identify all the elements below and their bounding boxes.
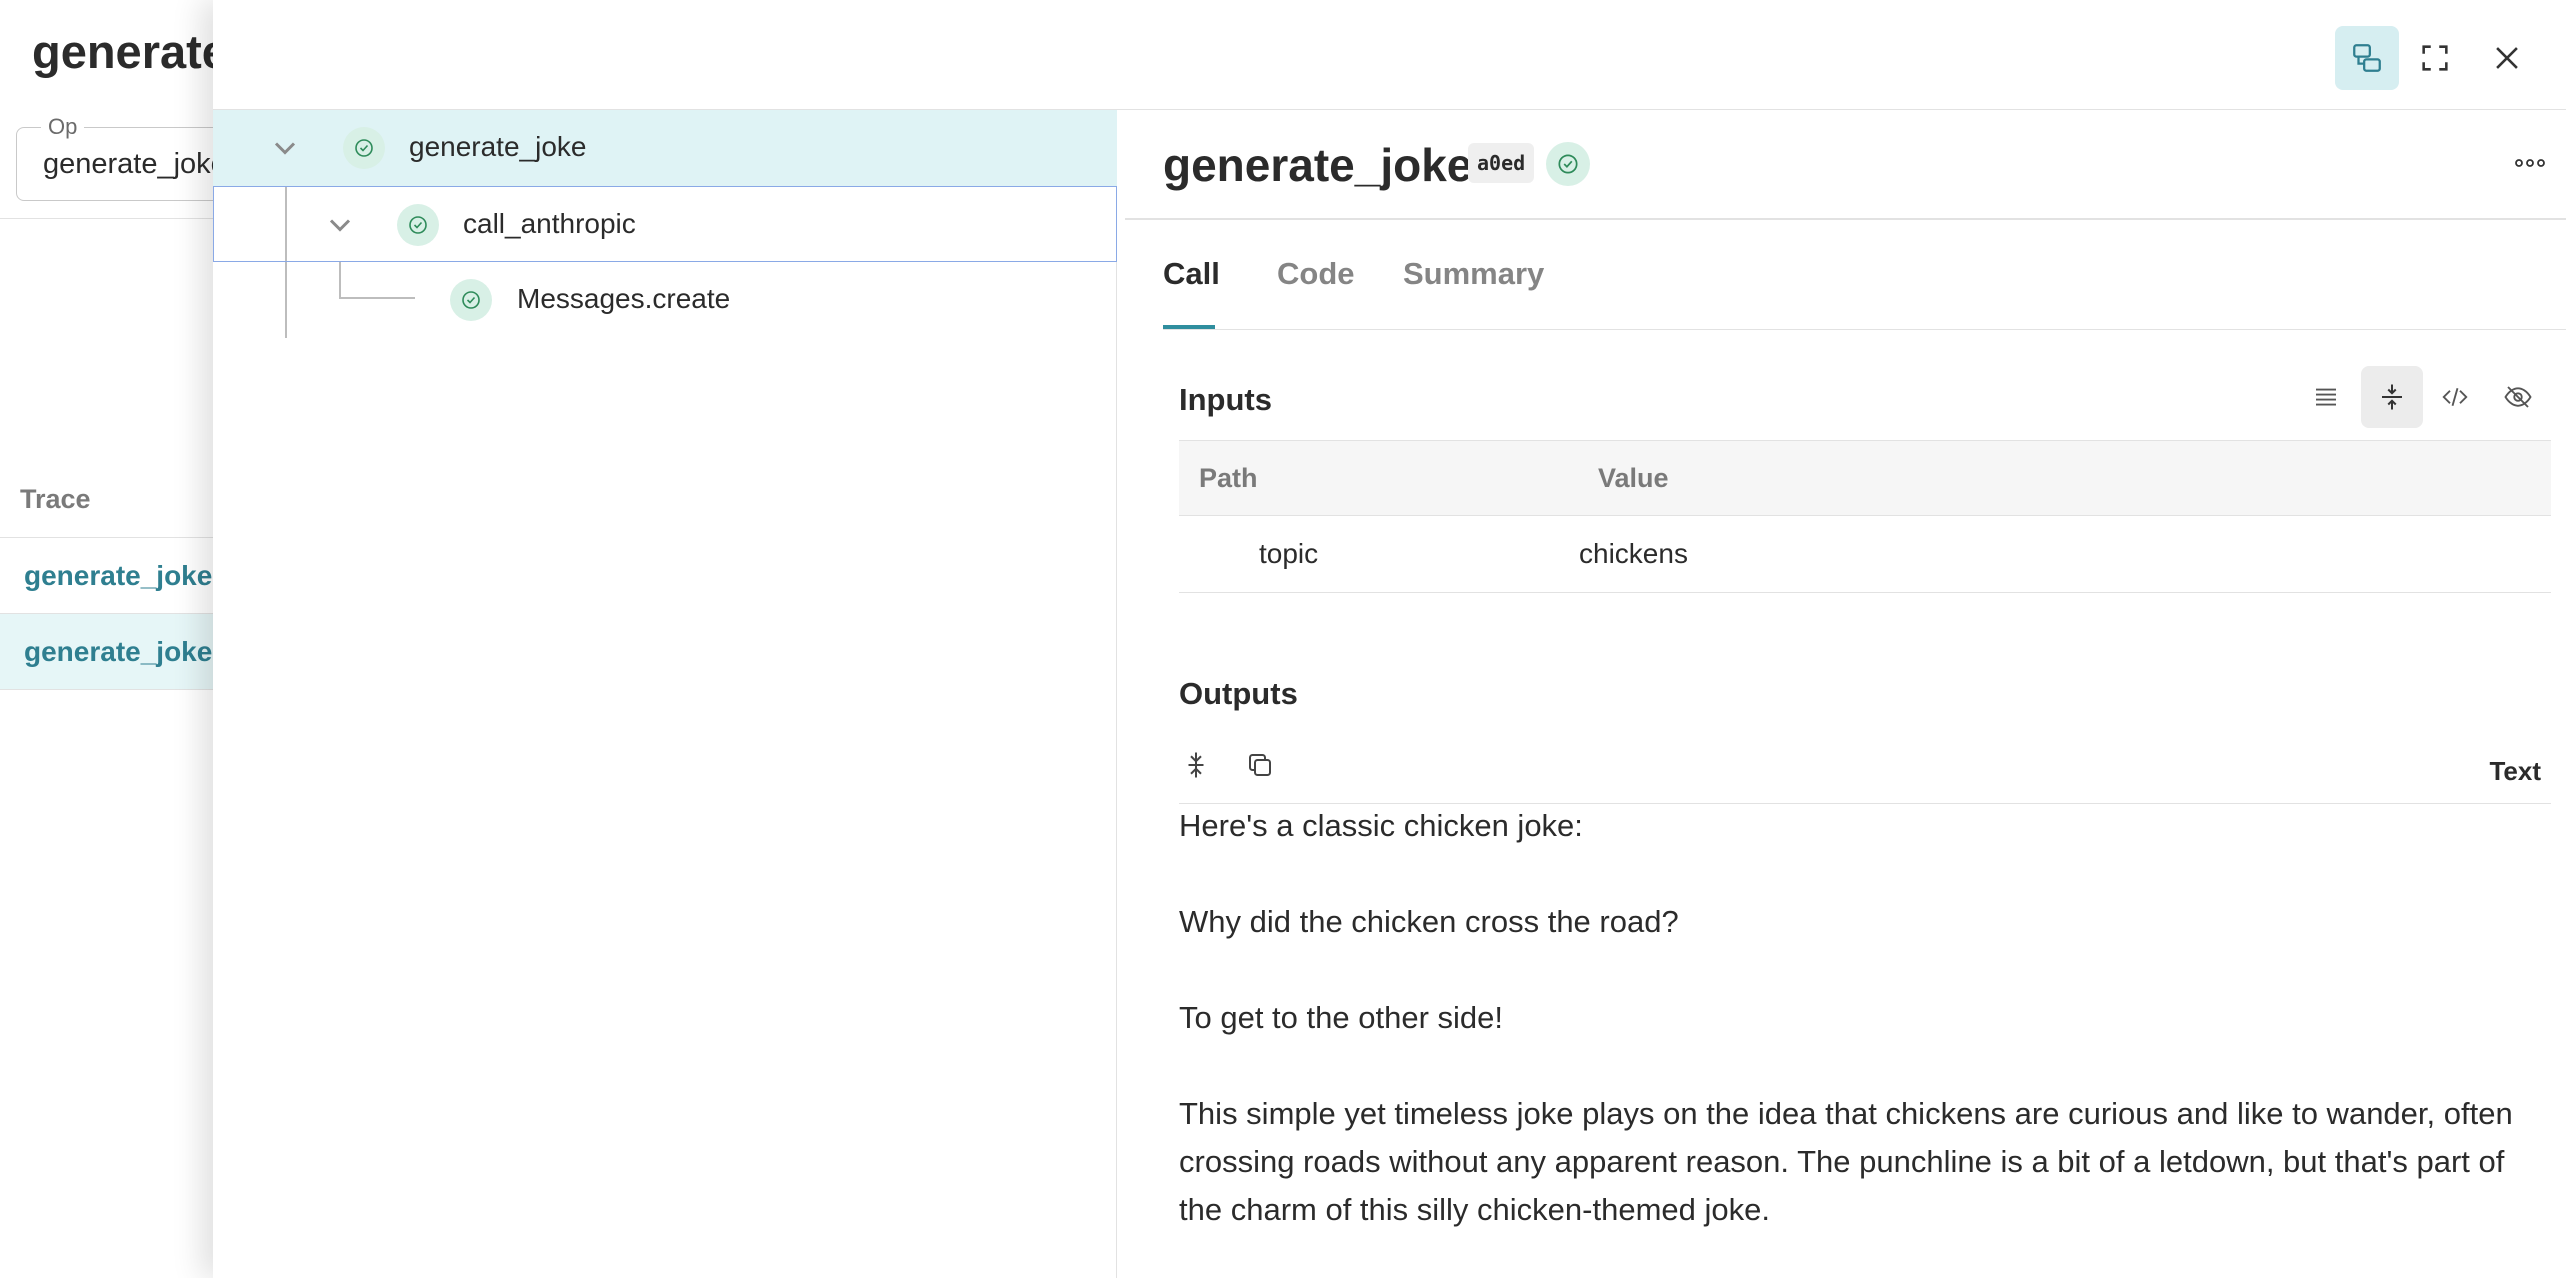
close-icon [2496,47,2518,69]
expand-all-button[interactable] [2361,366,2423,428]
tree-node-label: generate_joke [409,131,587,162]
column-header-path[interactable]: Path [1199,463,1258,494]
trace-column-label: Trace [20,484,91,514]
outputs-toolbar: Text [1179,740,2551,804]
more-options-button[interactable] [2510,148,2550,178]
tree-node-label: call_anthropic [463,208,636,239]
trace-link[interactable]: generate_joke [24,560,212,592]
collapse-vertical-icon [1188,752,1204,778]
eye-off-icon [2504,386,2532,408]
collapse-button[interactable] [1173,742,1219,788]
input-path-cell: topic [1259,538,1319,569]
copy-button[interactable] [1237,742,1283,788]
more-horizontal-icon [2515,159,2545,167]
table-header: Path Value [1179,440,2551,516]
tree-node-call-anthropic[interactable]: call_anthropic [213,186,1117,262]
tree-node-generate-joke[interactable]: generate_joke [213,110,1117,186]
output-line: To get to the other side! [1179,1000,1503,1035]
output-line: Here's a classic chicken joke: [1179,808,1583,843]
tab-summary[interactable]: Summary [1403,256,1544,292]
input-value-cell: chickens [1579,538,1688,569]
json-view-button[interactable] [2424,366,2486,428]
expand-vertical-icon [2382,384,2402,410]
success-status-icon [1546,142,1590,186]
chevron-down-icon[interactable] [322,207,358,243]
output-line: Why did the chicken cross the road? [1179,904,1679,939]
split-view-icon [2353,44,2381,72]
call-detail-panel: generate_joke a0ed Call Code Summary Inp… [1125,110,2566,1278]
active-tab-indicator [1163,325,1215,329]
call-title: generate_joke [1163,139,1473,191]
fullscreen-button[interactable] [2403,26,2467,90]
column-header-value[interactable]: Value [1598,463,1669,494]
table-row[interactable]: topic chickens [1179,516,2551,593]
tab-call[interactable]: Call [1163,256,1220,292]
tree-node-messages-create[interactable]: Messages.create [213,262,1117,338]
output-format-selector[interactable]: Text [2489,756,2541,787]
trace-drawer: generate_joke call_anthropic Messages.cr… [213,0,2566,1278]
flat-view-button[interactable] [2295,366,2357,428]
output-text: Here's a classic chicken joke: Why did t… [1179,802,2551,1234]
success-status-icon [343,127,385,169]
op-filter-value: generate_joke [43,148,227,180]
list-lines-icon [2316,388,2336,406]
trace-link[interactable]: generate_joke [24,636,212,668]
chevron-down-icon[interactable] [267,130,303,166]
fullscreen-icon [2422,45,2448,71]
inputs-heading: Inputs [1179,382,1272,417]
op-filter-label: Op [41,114,85,140]
hide-values-button[interactable] [2487,366,2549,428]
call-tree: generate_joke call_anthropic Messages.cr… [213,110,1117,1278]
outputs-heading: Outputs [1179,676,1298,711]
success-status-icon [397,204,439,246]
tree-node-label: Messages.create [517,283,731,314]
copy-icon [1249,754,1271,776]
success-status-icon [450,279,492,321]
drawer-header [213,0,2566,110]
tab-code[interactable]: Code [1277,256,1355,292]
split-view-button[interactable] [2335,26,2399,90]
version-badge[interactable]: a0ed [1468,143,1535,183]
code-icon [2442,387,2468,407]
page-title: generate [32,25,228,78]
close-button[interactable] [2475,26,2539,90]
detail-tabs: Call Code Summary [1163,218,2566,330]
output-line: This simple yet timeless joke plays on t… [1179,1096,2522,1227]
